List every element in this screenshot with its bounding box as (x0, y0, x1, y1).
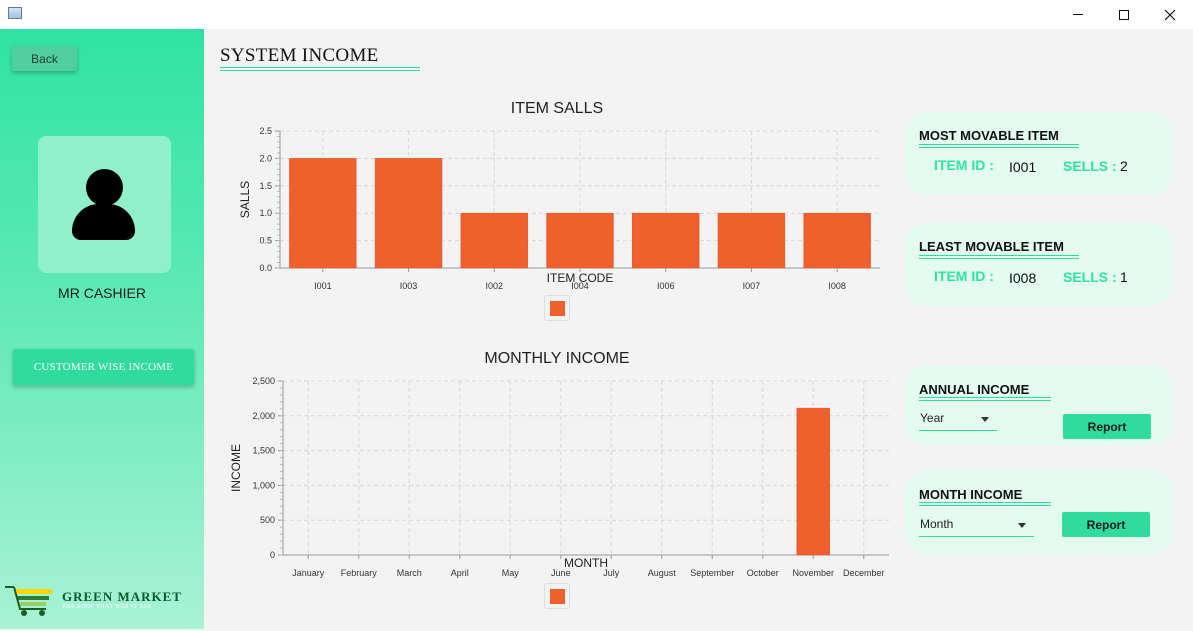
x-tick-label: March (397, 568, 422, 578)
x-tick-label: January (292, 568, 325, 578)
logo-tagline: THE SHOP THAT HAS IT ALL (62, 604, 153, 610)
month-income-title: MONTH INCOME (919, 487, 1023, 502)
y-tick-label: 500 (260, 515, 275, 525)
month-select-value: Month (920, 517, 954, 531)
x-tick-label: I008 (828, 281, 846, 291)
y-tick-label: 1.0 (259, 208, 272, 218)
x-tick-label: December (843, 568, 885, 578)
sells-value: 1 (1120, 269, 1128, 285)
y-tick-label: 2,000 (252, 411, 275, 421)
bar (632, 212, 700, 269)
x-tick-label: April (451, 568, 469, 578)
monthly-income-plot: 0 500 1,000 1,500 2,000 2,500 January February M… (229, 376, 889, 578)
item-id-label: ITEM ID : (934, 268, 994, 284)
legend-marker (550, 589, 565, 604)
x-tick-label: October (747, 568, 779, 578)
x-axis-label: MONTH (564, 556, 608, 570)
least-movable-card: LEAST MOVABLE ITEM ITEM ID : I008 SELLS … (905, 223, 1173, 306)
bar (796, 407, 830, 556)
close-button[interactable] (1147, 0, 1193, 29)
bar (374, 158, 443, 269)
y-tick-label: 2,500 (252, 376, 275, 386)
bar (717, 212, 786, 269)
window-titlebar (0, 0, 1193, 29)
sells-label: SELLS : (1063, 269, 1117, 285)
item-sales-plot: 0.00.51.01.52.02.5I001 I003 I002 I004 I006 I0… (238, 126, 880, 291)
card-underline (919, 397, 1051, 401)
user-name: MR CASHIER (58, 285, 146, 301)
month-select[interactable]: Month (919, 516, 1034, 537)
maximize-button[interactable] (1101, 0, 1147, 29)
x-tick-label: I003 (400, 281, 418, 291)
bar (546, 212, 614, 269)
card-underline (919, 144, 1079, 148)
back-button[interactable]: Back (12, 46, 77, 71)
minimize-icon (1073, 14, 1083, 15)
bar (460, 212, 528, 269)
annual-income-card: ANNUAL INCOME Year Report (905, 365, 1173, 445)
sidebar: Back MR CASHIER CUSTOMER WISE INCOME GRE… (0, 29, 204, 629)
customer-wise-income-button[interactable]: CUSTOMER WISE INCOME (13, 349, 194, 385)
annual-income-title: ANNUAL INCOME (919, 382, 1030, 397)
page-title: SYSTEM INCOME (220, 45, 379, 66)
year-select-value: Year (920, 411, 945, 425)
x-tick-label: September (690, 568, 734, 578)
item-id-value: I008 (1009, 270, 1037, 286)
month-income-card: MONTH INCOME Month Report (905, 470, 1173, 555)
year-select[interactable]: Year (919, 410, 997, 431)
logo-title: GREEN MARKET (62, 589, 182, 604)
title-underline (220, 67, 420, 71)
least-movable-title: LEAST MOVABLE ITEM (919, 239, 1064, 254)
x-tick-label: I002 (486, 281, 504, 291)
item-chart-legend (544, 295, 570, 321)
bar (289, 158, 357, 269)
x-tick-label: February (341, 568, 378, 578)
close-icon (1164, 9, 1176, 20)
y-tick-label: 1,000 (252, 480, 275, 490)
y-tick-label: 2.0 (259, 153, 272, 163)
x-tick-label: August (648, 568, 677, 578)
card-underline (919, 502, 1051, 506)
y-tick-label: 0.5 (259, 236, 272, 246)
month-report-button[interactable]: Report (1062, 512, 1150, 537)
avatar (38, 136, 171, 273)
card-underline (919, 255, 1079, 259)
minimize-button[interactable] (1055, 0, 1101, 29)
y-tick-label: 2.5 (259, 126, 272, 136)
cart-icon (5, 586, 52, 616)
most-movable-card: MOST MOVABLE ITEM ITEM ID : I001 SELLS :… (905, 112, 1173, 195)
sells-label: SELLS : (1063, 158, 1117, 174)
maximize-icon (1119, 9, 1129, 20)
x-tick-label: I006 (657, 281, 675, 291)
income-chart-legend (544, 583, 570, 609)
monthly-income-chart: MONTHLY INCOME 0 500 1,000 1,500 2,000 2,500 J… (220, 345, 900, 615)
y-tick-label: 1,500 (252, 446, 275, 456)
y-tick-label: 0 (270, 550, 275, 560)
bar (803, 212, 871, 269)
x-tick-label: I007 (743, 281, 761, 291)
x-tick-label: November (792, 568, 834, 578)
annual-report-button[interactable]: Report (1063, 414, 1151, 439)
sells-value: 2 (1120, 158, 1128, 174)
item-sales-chart: ITEM SALLS 0.0 0.5 1.0 1.5 2.0 2.5 I001 I003 I00… (220, 95, 900, 330)
user-icon (86, 169, 123, 206)
x-tick-label: I001 (314, 281, 332, 291)
y-axis-label: INCOME (229, 444, 243, 492)
user-icon-body (72, 204, 135, 240)
green-market-logo: GREEN MARKET THE SHOP THAT HAS IT ALL (4, 581, 200, 619)
y-axis-label: SALLS (238, 181, 252, 218)
legend-marker (550, 301, 565, 316)
app-icon (8, 7, 22, 19)
most-movable-title: MOST MOVABLE ITEM (919, 128, 1059, 143)
item-id-label: ITEM ID : (934, 157, 994, 173)
y-tick-label: 0.0 (259, 263, 272, 273)
chevron-down-icon (981, 417, 989, 422)
x-axis-label: ITEM CODE (547, 271, 614, 285)
chevron-down-icon (1018, 523, 1026, 528)
y-tick-label: 1.5 (259, 181, 272, 191)
x-tick-label: May (502, 568, 520, 578)
item-id-value: I001 (1009, 159, 1037, 175)
